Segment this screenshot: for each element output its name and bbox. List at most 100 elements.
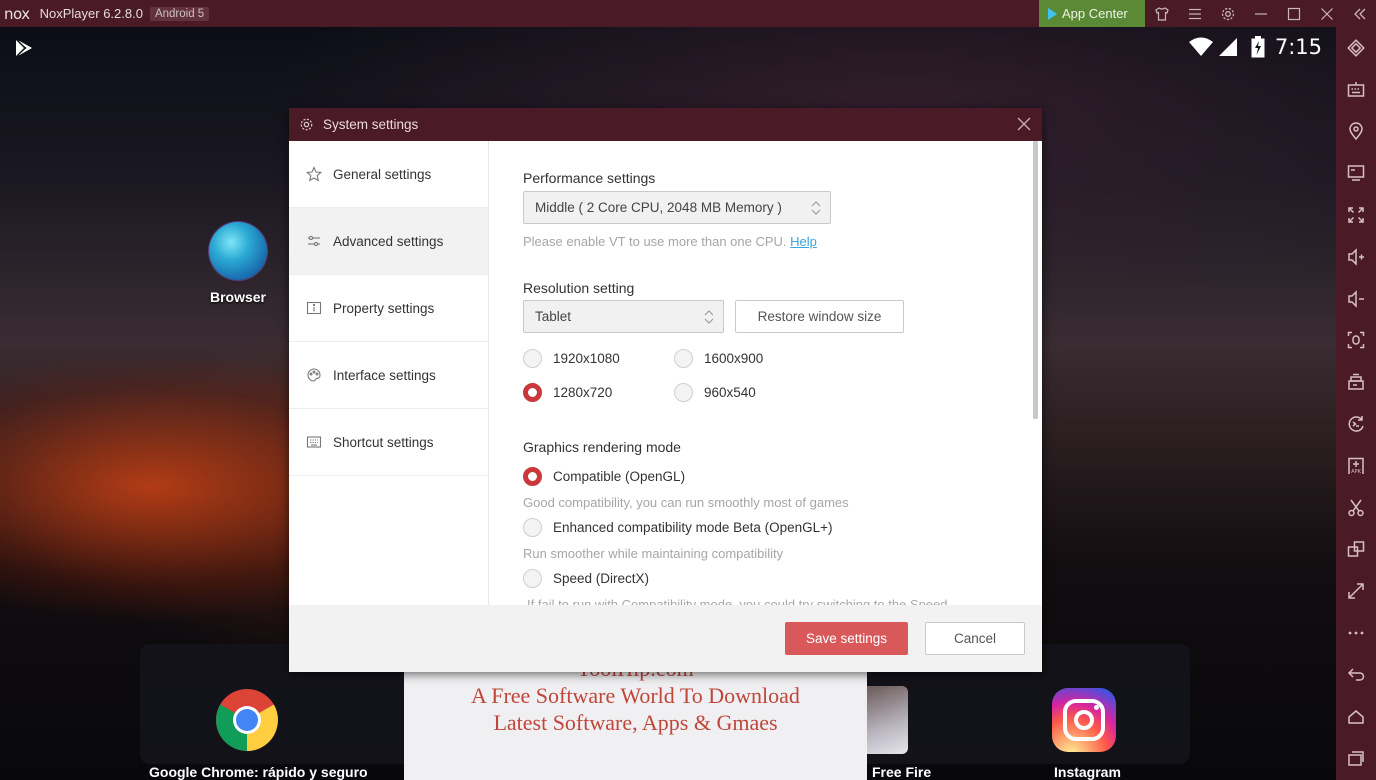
- performance-select[interactable]: Middle ( 2 Core CPU, 2048 MB Memory ): [523, 191, 831, 224]
- location-icon[interactable]: [1336, 111, 1376, 153]
- graphics-option-opengl[interactable]: Compatible (OpenGL): [523, 467, 685, 486]
- chrome-icon: [216, 689, 278, 751]
- save-settings-button[interactable]: Save settings: [785, 622, 908, 655]
- back-icon[interactable]: [1336, 654, 1376, 696]
- info-icon: [306, 301, 322, 315]
- menu-icon[interactable]: [1178, 0, 1211, 27]
- radio-label: 1600x900: [704, 351, 764, 366]
- app-title: NoxPlayer 6.2.8.0: [39, 6, 143, 21]
- maximize-icon[interactable]: [1277, 0, 1310, 27]
- radio-unchecked: [523, 569, 542, 588]
- scissors-icon[interactable]: [1336, 487, 1376, 529]
- play-icon: [1048, 7, 1057, 20]
- emulator-toolbar: APK: [1336, 27, 1376, 780]
- nav-item-property[interactable]: Property settings: [289, 275, 488, 342]
- graphics-option-opengl-plus[interactable]: Enhanced compatibility mode Beta (OpenGL…: [523, 518, 833, 537]
- volume-down-icon[interactable]: [1336, 278, 1376, 320]
- dialog-title: System settings: [323, 117, 419, 132]
- clock: 7:15: [1274, 35, 1322, 59]
- nav-item-shortcut[interactable]: Shortcut settings: [289, 409, 488, 476]
- sliders-icon: [308, 235, 320, 247]
- app-center-button[interactable]: App Center: [1039, 0, 1145, 27]
- nav-item-label: Shortcut settings: [333, 434, 434, 450]
- signal-icon: [1218, 38, 1237, 56]
- palette-icon: [307, 368, 321, 382]
- nav-item-interface[interactable]: Interface settings: [289, 342, 488, 409]
- resolution-option-1920x1080[interactable]: 1920x1080: [523, 349, 620, 368]
- volume-up-icon[interactable]: [1336, 236, 1376, 278]
- resolution-option-1600x900[interactable]: 1600x900: [674, 349, 763, 368]
- settings-content: Performance settings Middle ( 2 Core CPU…: [490, 141, 1030, 605]
- toolbox-icon[interactable]: [1336, 361, 1376, 403]
- collapse-sidebar-icon[interactable]: [1343, 0, 1376, 27]
- dialog-footer: Save settings Cancel: [289, 605, 1042, 672]
- settings-gear-icon[interactable]: [1211, 0, 1244, 27]
- radio-label: Enhanced compatibility mode Beta (OpenGL…: [553, 520, 833, 535]
- select-arrows-icon: [811, 201, 821, 215]
- fullscreen-icon[interactable]: [1336, 194, 1376, 236]
- screen-icon[interactable]: [1336, 152, 1376, 194]
- dock-app-label: Free Fire: [872, 764, 932, 780]
- graphics-title: Graphics rendering mode: [523, 439, 681, 455]
- wifi-icon: [1188, 37, 1213, 56]
- star-icon: [306, 166, 322, 182]
- graphics-option-desc: Good compatibility, you can run smoothly…: [523, 495, 849, 510]
- recent-apps-icon[interactable]: [1336, 738, 1376, 780]
- resolution-option-1280x720[interactable]: 1280x720: [523, 383, 612, 402]
- macro-record-icon[interactable]: [1336, 403, 1376, 445]
- performance-hint-text: Please enable VT to use more than one CP…: [523, 234, 787, 249]
- radio-label: Compatible (OpenGL): [553, 469, 686, 484]
- radio-unchecked: [523, 518, 542, 537]
- nav-item-advanced[interactable]: Advanced settings: [289, 208, 488, 275]
- multi-instance-icon[interactable]: [1336, 529, 1376, 571]
- nav-item-label: General settings: [333, 166, 432, 182]
- resolution-title: Resolution setting: [523, 280, 635, 296]
- watermark-line: A Free Software World To Download: [471, 683, 800, 708]
- play-store-icon[interactable]: [14, 38, 34, 58]
- radio-unchecked: [674, 383, 693, 402]
- android-version-badge: Android 5: [149, 6, 210, 21]
- radio-checked: [523, 383, 542, 402]
- settings-nav: General settings Advanced settings Prope…: [289, 141, 489, 605]
- help-link[interactable]: Help: [790, 234, 817, 249]
- cancel-button[interactable]: Cancel: [925, 622, 1025, 655]
- performance-select-value: Middle ( 2 Core CPU, 2048 MB Memory ): [535, 200, 782, 215]
- keyboard-icon: [306, 436, 322, 448]
- gear-icon: [300, 118, 313, 131]
- resolution-select[interactable]: Tablet: [523, 300, 724, 333]
- dialog-header: System settings: [289, 108, 1042, 141]
- resize-icon[interactable]: [1336, 570, 1376, 612]
- dialog-close-icon[interactable]: [1015, 115, 1033, 133]
- minimize-icon[interactable]: [1244, 0, 1277, 27]
- performance-title: Performance settings: [523, 170, 656, 186]
- more-icon[interactable]: [1336, 612, 1376, 654]
- resolution-option-960x540[interactable]: 960x540: [674, 383, 756, 402]
- nav-item-label: Advanced settings: [333, 233, 444, 249]
- instagram-icon: [1052, 688, 1116, 752]
- radio-unchecked: [674, 349, 693, 368]
- desktop-app-label: Browser: [209, 289, 267, 305]
- content-scrollbar[interactable]: [1033, 141, 1038, 419]
- desktop-app-browser[interactable]: Browser: [205, 222, 271, 305]
- nox-logo: nox: [4, 4, 30, 23]
- radio-label: 1920x1080: [553, 351, 620, 366]
- restore-window-size-button[interactable]: Restore window size: [735, 300, 904, 333]
- graphics-option-desc: If fail to run with Compatibility mode, …: [527, 597, 948, 605]
- theme-shirt-icon[interactable]: [1145, 0, 1178, 27]
- resolution-select-value: Tablet: [535, 309, 572, 324]
- graphics-option-directx[interactable]: Speed (DirectX): [523, 569, 649, 588]
- screenshot-icon[interactable]: [1336, 320, 1376, 362]
- home-icon[interactable]: [1336, 696, 1376, 738]
- nav-item-label: Interface settings: [333, 367, 436, 383]
- globe-icon: [209, 222, 267, 280]
- rotate-icon[interactable]: [1336, 27, 1376, 69]
- keyboard-icon[interactable]: [1336, 69, 1376, 111]
- app-center-label: App Center: [1062, 6, 1128, 21]
- svg-text:APK: APK: [1351, 469, 1361, 475]
- close-icon[interactable]: [1310, 0, 1343, 27]
- nav-item-general[interactable]: General settings: [289, 141, 488, 208]
- apk-install-icon[interactable]: APK: [1336, 445, 1376, 487]
- nav-item-label: Property settings: [333, 300, 435, 316]
- emulator-titlebar: nox NoxPlayer 6.2.8.0 Android 5 App Cent…: [0, 0, 1376, 27]
- radio-label: 960x540: [704, 385, 756, 400]
